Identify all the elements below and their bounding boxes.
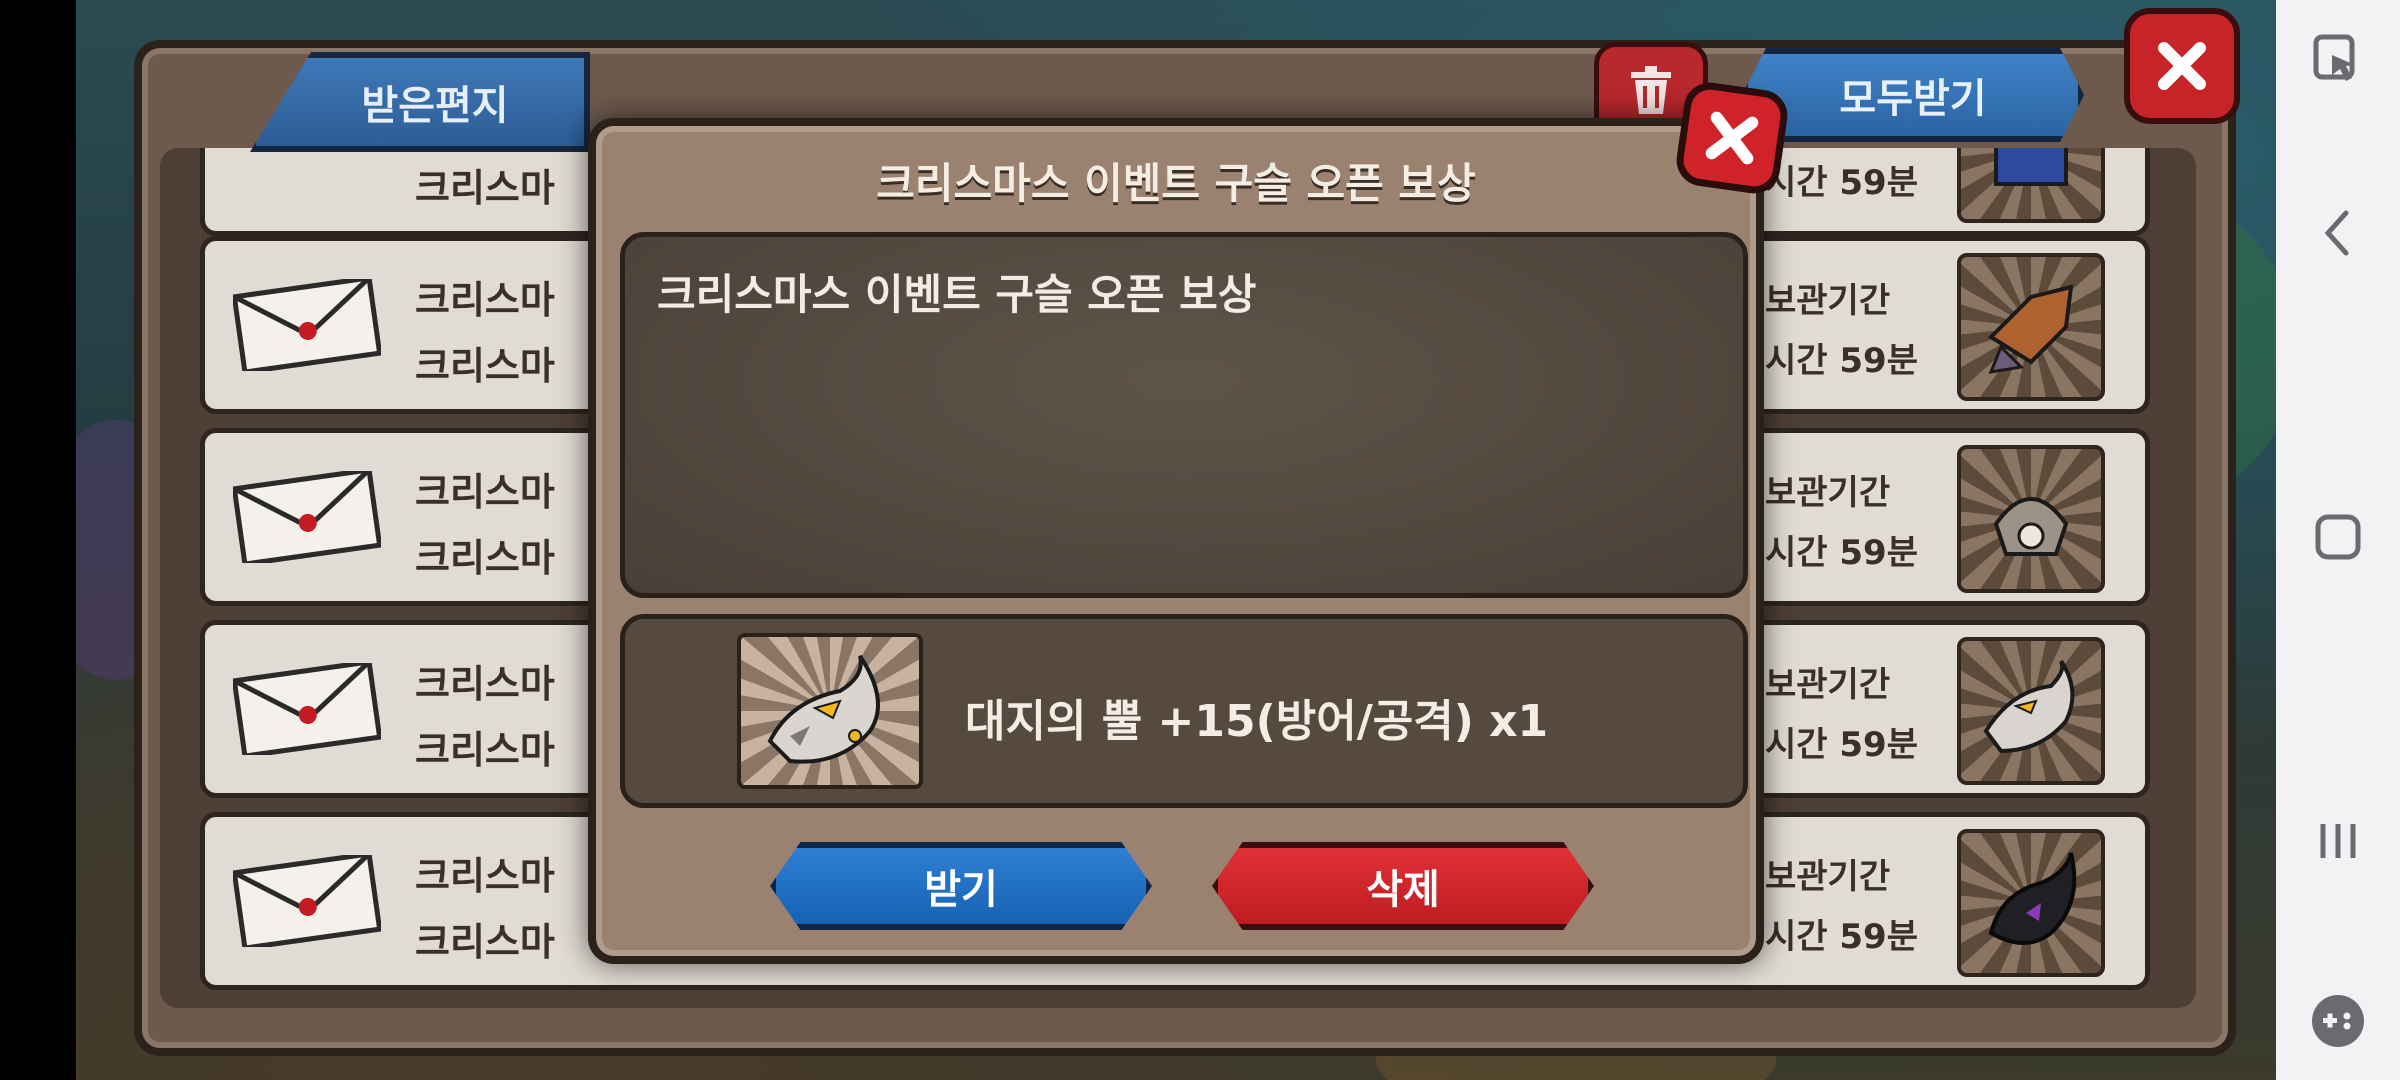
- mail-expiry-time: 시간 59분: [1765, 341, 1918, 381]
- system-nav-bar: [2276, 0, 2400, 1080]
- mail-expiry-time: 시간 59분: [1765, 163, 1918, 203]
- mail-title-line1: 크리스마: [415, 662, 555, 706]
- mail-item-slot: [1957, 148, 2105, 223]
- home-icon: [2315, 514, 2361, 560]
- envelope-icon: [233, 471, 381, 563]
- mail-title-line1: 크리스마: [415, 854, 555, 898]
- mail-item-slot: [1957, 637, 2105, 785]
- reward-text: 대지의 뿔 +15(방어/공격) x1: [965, 696, 1549, 747]
- touch-lock-icon: [2313, 34, 2355, 81]
- mail-expiry-label: 보관기간: [1765, 473, 1891, 513]
- close-icon: [2158, 42, 2206, 90]
- envelope-icon: [233, 663, 381, 755]
- mail-title-line2: 크리스마: [415, 728, 555, 772]
- mail-title-line2: 크리스마: [415, 344, 555, 388]
- screen-lock-button[interactable]: [2276, 14, 2400, 104]
- close-icon: [1705, 111, 1759, 165]
- mail-title-line2: 크리스마: [415, 920, 555, 964]
- helmet-icon: [1993, 497, 2069, 556]
- dark-horn-icon: [1988, 852, 2077, 945]
- mail-expiry-time: 시간 59분: [1765, 533, 1918, 573]
- mail-expiry-label: 보관기간: [1765, 665, 1891, 705]
- mail-item-slot: [1957, 445, 2105, 593]
- message-text: 크리스마스 이벤트 구슬 오픈 보상: [657, 270, 1257, 319]
- recent-apps-icon: [2320, 824, 2356, 858]
- reward-box: 대지의 뿔 +15(방어/공격) x1: [620, 614, 1748, 808]
- mail-title-line1: 크리스마: [415, 278, 555, 322]
- reward-dialog: 크리스마스 이벤트 구슬 오픈 보상 크리스마스 이벤트 구슬 오픈 보상 대지…: [588, 118, 1764, 964]
- envelope-icon: [233, 279, 381, 371]
- earth-horn-icon: [767, 654, 880, 764]
- chest-icon: [1994, 148, 2068, 186]
- gamepad-icon: [2312, 995, 2364, 1047]
- mail-title-line1: 크리스마: [415, 470, 555, 514]
- mail-expiry-label: 보관기간: [1765, 857, 1891, 897]
- message-box: 크리스마스 이벤트 구슬 오픈 보상: [620, 232, 1748, 598]
- gauntlet-icon: [1987, 284, 2074, 374]
- trash-icon: [1631, 66, 1671, 114]
- mail-expiry-time: 시간 59분: [1765, 725, 1918, 765]
- dialog-close-button[interactable]: [1673, 79, 1791, 197]
- mail-item-slot: [1957, 253, 2105, 401]
- mailbox-close-button[interactable]: [2124, 8, 2240, 124]
- back-icon: [2324, 210, 2349, 256]
- delete-button[interactable]: 삭제: [1212, 842, 1594, 930]
- receive-all-button[interactable]: 모두받기: [1742, 48, 2084, 142]
- recent-apps-button[interactable]: [2276, 796, 2400, 886]
- mail-title-line2: 크리스마: [415, 166, 555, 210]
- mail-item-slot: [1957, 829, 2105, 977]
- back-button[interactable]: [2276, 188, 2400, 278]
- mail-expiry-label: 보관기간: [1765, 281, 1891, 321]
- mail-title-line2: 크리스마: [415, 536, 555, 580]
- home-button[interactable]: [2276, 492, 2400, 582]
- envelope-icon: [233, 855, 381, 947]
- mail-expiry-time: 시간 59분: [1765, 917, 1918, 957]
- reward-item-slot: [737, 633, 923, 789]
- receive-button[interactable]: 받기: [770, 842, 1152, 930]
- earth-horn-icon: [1983, 659, 2075, 754]
- dialog-title: 크리스마스 이벤트 구슬 오픈 보상: [876, 159, 1476, 208]
- game-tools-button[interactable]: [2276, 976, 2400, 1066]
